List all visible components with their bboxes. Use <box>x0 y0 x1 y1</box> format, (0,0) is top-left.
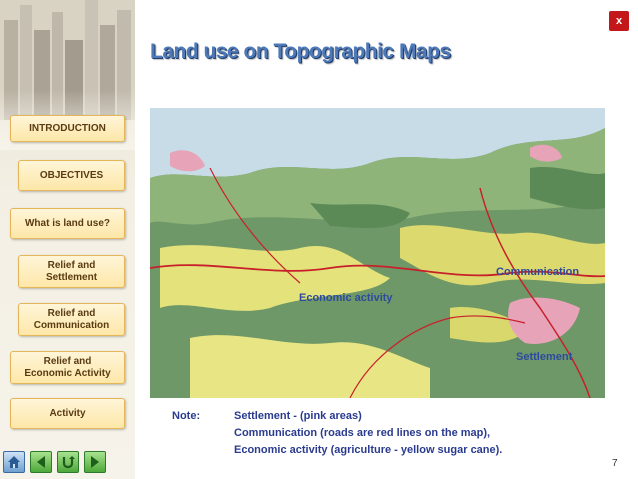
sidebar-item-activity[interactable]: Activity <box>10 398 125 429</box>
map-label-communication: Communication <box>496 266 580 278</box>
sidebar-item-introduction[interactable]: INTRODUCTION <box>10 115 125 142</box>
sidebar-item-label: OBJECTIVES <box>39 169 104 181</box>
sidebar-item-objectives[interactable]: OBJECTIVES <box>18 160 125 191</box>
sidebar-item-label: INTRODUCTION <box>29 122 106 134</box>
return-icon <box>62 456 75 469</box>
sidebar-item-relief-settlement[interactable]: Relief and Settlement <box>18 255 125 288</box>
close-label: x <box>615 15 623 27</box>
sidebar-item-label: Relief and Communication <box>33 307 110 331</box>
forward-button[interactable] <box>84 451 106 473</box>
sidebar-item-relief-economic-activity[interactable]: Relief and Economic Activity <box>10 351 125 384</box>
note-line: Economic activity (agriculture - yellow … <box>234 444 503 456</box>
close-button[interactable]: x <box>609 11 629 31</box>
note-line: Communication (roads are red lines on th… <box>234 427 491 439</box>
sidebar-item-label: What is land use? <box>24 217 110 229</box>
sidebar-item-relief-communication[interactable]: Relief and Communication <box>18 303 125 336</box>
home-icon <box>8 456 20 468</box>
sidebar-item-label: Relief and Economic Activity <box>24 355 111 379</box>
return-button[interactable] <box>57 451 79 473</box>
back-button[interactable] <box>30 451 52 473</box>
note-label: Note: <box>172 410 201 422</box>
map-label-settlement: Settlement <box>516 351 573 363</box>
page-number: 7 <box>612 458 618 469</box>
sidebar-item-label: Activity <box>49 407 86 419</box>
forward-arrow-icon <box>91 456 99 468</box>
map-label-economic-activity: Economic activity <box>299 292 393 304</box>
page-title: Land use on Topographic Maps <box>150 40 451 63</box>
note-line: Settlement - (pink areas) <box>234 410 362 422</box>
sidebar-item-label: Relief and Settlement <box>45 259 98 283</box>
home-button[interactable] <box>3 451 25 473</box>
bottom-navigation <box>3 451 106 473</box>
sidebar-item-what-is-land-use[interactable]: What is land use? <box>10 208 125 239</box>
back-arrow-icon <box>37 456 45 468</box>
topographic-map-image: Communication Economic activity Settleme… <box>150 108 605 398</box>
